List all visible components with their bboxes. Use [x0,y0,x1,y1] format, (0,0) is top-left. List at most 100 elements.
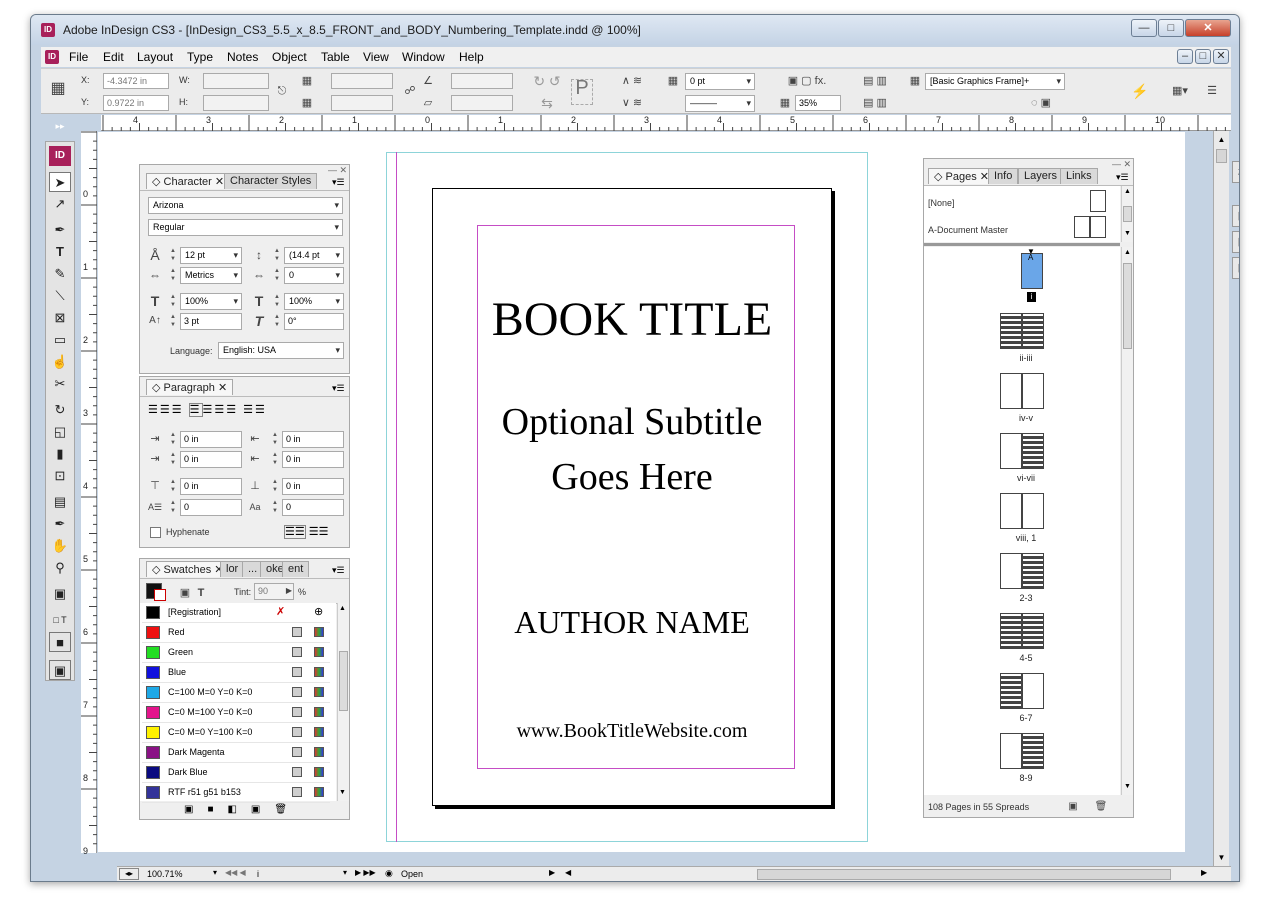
page-thumb[interactable] [1000,613,1022,649]
spinner-icon[interactable]: ▲ ▼ [270,478,280,495]
x-position-field[interactable]: -4.3472 in [103,73,169,89]
spinner-icon[interactable]: ▲ ▼ [272,247,282,264]
free-transform-tool-icon[interactable]: ⊡ [49,466,71,486]
page-thumb[interactable] [1022,373,1044,409]
spinner-icon[interactable]: ▲ ▼ [272,293,282,310]
swatch-row[interactable]: [Registration] ✗ ⊕ [142,603,330,623]
tab-color[interactable]: lor [220,561,245,577]
menu-window[interactable]: Window [402,50,445,64]
skew-field[interactable]: 0° [284,313,344,330]
flip-buttons-icon[interactable]: ⇆ [527,95,567,111]
leading-field[interactable]: (14.4 pt [284,247,344,264]
constrain-proportions-icon[interactable]: ⎋ [275,83,289,99]
master-a-right-thumb[interactable] [1090,216,1106,238]
page-thumb[interactable] [1000,673,1022,709]
scale-y-field[interactable] [331,95,393,111]
swatch-row[interactable]: Green [142,643,330,663]
page-thumb[interactable] [1022,733,1044,769]
spinner-icon[interactable]: ▲ ▼ [168,451,178,468]
page-thumb[interactable] [1022,613,1044,649]
first-line-indent-field[interactable]: 0 in [180,451,242,468]
menu-table[interactable]: Table [321,50,350,64]
tab-paragraph[interactable]: ◇ Paragraph ✕ [146,379,234,395]
spinner-icon[interactable]: ▲ ▼ [168,293,178,310]
spinner-icon[interactable]: ▲ ▼ [270,431,280,448]
scroll-thumb[interactable] [1123,263,1132,349]
hand-tool-icon[interactable]: ✋ [49,536,71,556]
spinner-icon[interactable]: ▲ ▼ [168,313,178,330]
swatch-row[interactable]: C=100 M=0 Y=0 K=0 [142,683,330,703]
reference-point-icon[interactable]: ▦ [47,81,69,97]
rectangle-tool-icon[interactable]: ▭ [49,330,71,350]
swatch-row[interactable]: Dark Magenta [142,743,330,763]
book-subtitle-line1[interactable]: Optional Subtitle [432,400,832,444]
text-wrap-icons[interactable]: ▤ ▥ [855,73,895,89]
menu-type[interactable]: Type [187,50,213,64]
spinner-icon[interactable]: ▲ ▼ [272,313,282,330]
object-style-dropdown[interactable]: [Basic Graphics Frame]+ [925,73,1065,90]
page-thumb[interactable] [1022,433,1044,469]
book-website[interactable]: www.BookTitleWebsite.com [432,720,832,743]
eyedropper-tool-icon[interactable]: ✒ [49,514,71,534]
right-indent-field[interactable]: 0 in [282,431,344,448]
pages-scrollbar[interactable]: ▲ ▼ [1121,247,1133,795]
type-tool-icon[interactable]: T [49,242,71,262]
page-thumb[interactable] [1022,673,1044,709]
spinner-icon[interactable]: ▲ ▼ [168,267,178,284]
drop-cap-lines-field[interactable]: 0 [180,499,242,516]
master-none-label[interactable]: [None] [928,198,955,208]
minimize-button[interactable]: — [1131,19,1157,37]
formatting-text-icon[interactable]: T [194,585,208,601]
dock-collapse-icon[interactable]: ◂◂ [1233,133,1239,143]
master-a-left-thumb[interactable] [1074,216,1090,238]
swatch-row[interactable]: Red [142,623,330,643]
vertical-scrollbar[interactable]: ▲ ▼ [1213,131,1229,866]
scale-x-field[interactable] [331,73,393,89]
master-a-label[interactable]: A-Document Master [928,225,1008,235]
pen-tool-icon[interactable]: ✒ [49,220,71,240]
zoom-dropdown-icon[interactable]: ▾ [213,868,217,877]
rotate-tool-icon[interactable]: ↻ [49,400,71,420]
section-divider[interactable] [924,243,1120,246]
opacity-field[interactable]: 35% [795,95,841,111]
book-title[interactable]: BOOK TITLE [432,292,832,347]
scroll-right-icon[interactable]: ▶ [1201,868,1207,877]
select-container-icon[interactable]: ∧ ≋ [607,73,657,89]
scroll-down-icon[interactable]: ▼ [1124,230,1131,237]
panel-menu-icon[interactable]: ▾☰ [332,177,345,188]
scroll-up-icon[interactable]: ▲ [1124,249,1131,256]
scroll-thumb[interactable] [1123,206,1132,222]
master-none-thumb[interactable] [1090,190,1106,212]
align-icons[interactable]: ▤ ▥ [855,95,895,111]
scroll-thumb[interactable] [1216,149,1227,163]
style-override-icons[interactable]: ◌ ▣ [1021,95,1061,111]
tint-arrow-icon[interactable]: ▶ [284,583,294,599]
rotate-buttons-icon[interactable]: ↻ ↺ [527,73,567,89]
doc-close-button[interactable]: ✕ [1213,49,1229,64]
menu-object[interactable]: Object [272,50,307,64]
rotation-field[interactable] [451,73,513,89]
button-tool-icon[interactable]: ☝ [49,352,71,372]
pages-dock-icon[interactable]: ▣ [1232,205,1239,227]
spinner-icon[interactable]: ▲ ▼ [168,247,178,264]
page-thumb[interactable] [1022,553,1044,589]
spinner-icon[interactable]: ▲ ▼ [270,451,280,468]
table-dock-icon[interactable]: ▦ [1232,257,1239,279]
space-before-field[interactable]: 0 in [180,478,242,495]
page-thumb[interactable] [1000,733,1022,769]
scroll-up-icon[interactable]: ▲ [1124,188,1131,195]
tab-info[interactable]: Info [988,168,1019,184]
tab-pages[interactable]: ◇ Pages ✕ [928,168,995,184]
rectangle-frame-tool-icon[interactable]: ⊠ [49,308,71,328]
effects-icons[interactable]: ▣ ▢ fx. [777,73,837,89]
menu-file[interactable]: File [69,50,88,64]
constrain-scale-icon[interactable]: ☍ [403,83,417,99]
zoom-tool-icon[interactable]: ⚲ [49,558,71,578]
page-thumb[interactable] [1022,313,1044,349]
apply-color-icon[interactable]: ■ [49,632,71,652]
swatch-row[interactable]: C=0 M=100 Y=0 K=0 [142,703,330,723]
scroll-down-icon[interactable]: ▼ [1124,783,1131,790]
pencil-tool-icon[interactable]: ✎ [49,264,71,284]
scroll-down-icon[interactable]: ▼ [1216,853,1227,863]
stroke-type-dropdown[interactable]: ——— [685,95,755,112]
